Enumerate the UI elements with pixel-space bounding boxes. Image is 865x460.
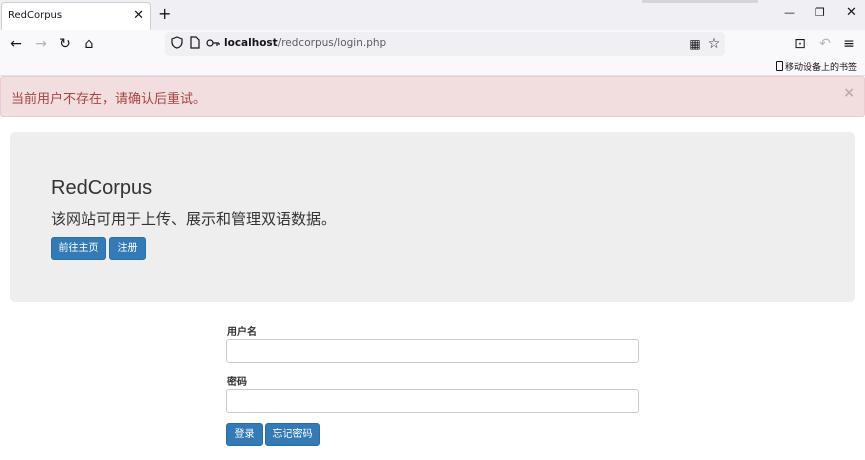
undo-icon[interactable]: ↶ (817, 36, 833, 52)
tab-redcorpus[interactable]: RedCorpus ✕ (1, 2, 151, 30)
username-input[interactable] (226, 339, 639, 363)
go-home-button[interactable]: 前往主页 (51, 237, 106, 260)
site-description: 该网站可用于上传、展示和管理双语数据。 (51, 210, 337, 228)
title-drag-bar[interactable] (642, 0, 758, 3)
mobile-bookmarks[interactable]: 移动设备上的书签 (775, 60, 857, 73)
window-close-icon[interactable]: ✕ (846, 6, 857, 20)
shield-icon[interactable] (169, 36, 185, 52)
bookmark-star-icon[interactable]: ☆ (706, 36, 722, 52)
new-tab-icon[interactable]: + (158, 5, 171, 23)
maximize-icon[interactable]: ❐ (815, 6, 825, 20)
reload-icon[interactable]: ↻ (57, 36, 73, 52)
url-bar[interactable]: localhost/redcorpus/login.php ▦ ☆ (165, 32, 725, 56)
page-content: 当前用户不存在，请确认后重试。 × RedCorpus 该网站可用于上传、展示和… (0, 76, 865, 460)
browser-window: RedCorpus ✕ + — ❐ ✕ ← → ↻ ⌂ localhost/re… (0, 0, 865, 460)
home-icon[interactable]: ⌂ (81, 36, 97, 52)
back-icon[interactable]: ← (8, 36, 24, 52)
qr-code-icon[interactable]: ▦ (687, 36, 703, 52)
password-input[interactable] (226, 389, 639, 413)
site-title: RedCorpus (51, 177, 153, 199)
minimize-icon[interactable]: — (784, 6, 795, 20)
forward-icon[interactable]: → (33, 36, 49, 52)
alert-close-icon[interactable]: × (843, 85, 855, 101)
username-label: 用户名 (227, 327, 257, 338)
password-label: 密码 (227, 377, 247, 388)
screenshot-crop-icon[interactable]: ⊡ (792, 36, 808, 52)
error-alert: 当前用户不存在，请确认后重试。 × (0, 76, 865, 117)
page-icon[interactable] (187, 36, 203, 52)
register-button[interactable]: 注册 (109, 237, 146, 260)
phone-icon (775, 61, 783, 71)
login-button[interactable]: 登录 (226, 423, 263, 446)
url-text[interactable]: localhost/redcorpus/login.php (224, 37, 386, 49)
bookmarks-bar: 移动设备上的书签 (0, 58, 865, 76)
tab-title: RedCorpus (8, 10, 63, 21)
alert-message: 当前用户不存在，请确认后重试。 (11, 92, 207, 107)
jumbotron: RedCorpus 该网站可用于上传、展示和管理双语数据。 前往主页 注册 (10, 132, 855, 302)
forgot-password-button[interactable]: 忘记密码 (265, 423, 320, 446)
key-icon[interactable] (205, 36, 221, 52)
tab-strip: RedCorpus ✕ + — ❐ ✕ (0, 0, 865, 30)
menu-icon[interactable]: ≡ (841, 36, 857, 52)
tab-close-icon[interactable]: ✕ (133, 8, 144, 24)
nav-toolbar: ← → ↻ ⌂ localhost/redcorpus/login.php ▦ … (0, 30, 865, 58)
